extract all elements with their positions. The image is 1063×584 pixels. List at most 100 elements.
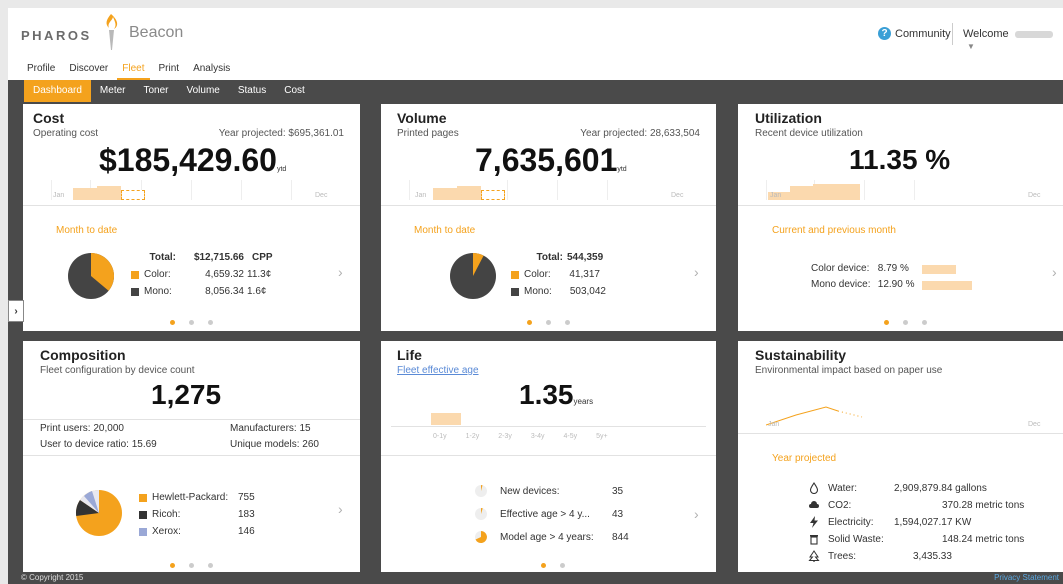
manufacturer-legend: Hewlett-Packard: 755 Ricoh: 183 Xerox: 1…: [139, 489, 255, 540]
volume-legend: Total: 544,359 Color: 41,317 Mono: 503,0…: [503, 249, 606, 300]
tab-status[interactable]: Status: [229, 80, 275, 102]
chart-gridline: [291, 180, 292, 200]
mono-swatch: [131, 287, 139, 296]
row-label: Mono:: [144, 286, 172, 297]
effective-age-row: Effective age > 4 y... 43: [474, 507, 623, 521]
big-value-suffix: ytd: [276, 166, 287, 173]
nav-fleet[interactable]: Fleet: [115, 62, 151, 80]
month-bar-current: [121, 190, 145, 200]
row-label: Color:: [144, 269, 171, 280]
big-value: 1,275: [151, 379, 222, 410]
side-panel-toggle[interactable]: ›: [8, 300, 24, 322]
carousel-dots: [527, 320, 570, 325]
chevron-right-icon[interactable]: ›: [338, 264, 343, 280]
divider: [381, 205, 716, 206]
trash-icon: [810, 535, 818, 545]
carousel-dot[interactable]: [189, 563, 194, 568]
carousel-dot[interactable]: [903, 320, 908, 325]
carousel-dot[interactable]: [208, 320, 213, 325]
chevron-right-icon[interactable]: ›: [694, 264, 699, 280]
age-bin-label: 2-3y: [498, 433, 512, 440]
age-bin-labels: 0-1y 1-2y 2-3y 3-4y 4-5y 5y+: [433, 433, 608, 440]
fleet-effective-age-link[interactable]: Fleet effective age: [397, 365, 479, 376]
big-value-number: 7,635,601: [475, 142, 618, 178]
carousel-dot[interactable]: [884, 320, 889, 325]
chevron-right-icon[interactable]: ›: [694, 506, 699, 522]
nav-analysis[interactable]: Analysis: [186, 62, 237, 80]
tab-meter[interactable]: Meter: [91, 80, 135, 102]
sub-nav: Dashboard Meter Toner Volume Status Cost: [8, 80, 1063, 102]
nav-print[interactable]: Print: [152, 62, 187, 80]
row-value: 3,435.33: [913, 550, 952, 562]
community-link[interactable]: ? Community: [878, 27, 951, 40]
chevron-right-icon: ›: [14, 305, 18, 317]
cost-pie-chart: [68, 253, 114, 299]
model-age-row: Model age > 4 years: 844: [474, 530, 629, 544]
legend-row: Hewlett-Packard: 755: [139, 489, 255, 506]
row-label: Water:: [828, 482, 858, 494]
carousel-dot[interactable]: [922, 320, 927, 325]
nav-profile[interactable]: Profile: [20, 62, 62, 80]
divider: [23, 419, 360, 420]
electricity-row: Electricity: 1,594,027.17 KW: [808, 516, 971, 528]
row-label: Color device:: [811, 263, 870, 274]
axis-line: [391, 426, 706, 427]
water-row: Water: 2,909,879.84 gallons: [808, 482, 987, 494]
tab-toner[interactable]: Toner: [134, 80, 177, 102]
tab-dashboard[interactable]: Dashboard: [24, 80, 91, 102]
big-value-suffix: ytd: [617, 166, 627, 173]
row-label: Xerox:: [152, 526, 181, 537]
month-bar: [433, 188, 457, 200]
carousel-dot[interactable]: [170, 320, 175, 325]
row-label: Mono device:: [811, 279, 871, 290]
row-value: 844: [612, 531, 629, 543]
nav-discover[interactable]: Discover: [62, 62, 115, 80]
carousel-dot[interactable]: [189, 320, 194, 325]
row-value: 1,594,027.17 KW: [894, 516, 972, 528]
carousel-dot[interactable]: [565, 320, 570, 325]
chevron-right-icon[interactable]: ›: [338, 501, 343, 517]
carousel-dot[interactable]: [546, 320, 551, 325]
total-label: Total:: [149, 252, 176, 263]
total-value: 544,359: [567, 252, 604, 263]
row-value: 183: [238, 509, 255, 520]
carousel-dot[interactable]: [560, 563, 565, 568]
tab-volume[interactable]: Volume: [178, 80, 229, 102]
axis-start: Jan: [770, 192, 782, 199]
water-drop-icon: [809, 482, 819, 494]
carousel-dot[interactable]: [541, 563, 546, 568]
mini-pie-icon: [475, 508, 487, 520]
chevron-right-icon[interactable]: ›: [1052, 264, 1057, 280]
user-menu[interactable]: Welcome ▼: [963, 28, 1063, 52]
mono-device-bar: [922, 281, 972, 290]
row-label: Solid Waste:: [828, 533, 884, 545]
carousel-dot[interactable]: [527, 320, 532, 325]
row-value: 35: [612, 485, 624, 497]
privacy-statement-link[interactable]: Privacy Statement: [994, 572, 1059, 584]
solid-waste-row: Solid Waste: 148.24 metric tons: [808, 533, 1024, 545]
row-unit: 1.6¢: [247, 286, 267, 297]
mono-swatch: [511, 287, 519, 296]
panel-title: Sustainability: [755, 347, 847, 363]
tab-cost[interactable]: Cost: [275, 80, 314, 102]
trees-row: Trees: 3,435.33: [808, 550, 952, 562]
carousel-dot[interactable]: [170, 563, 175, 568]
panel-title: Utilization: [755, 110, 822, 126]
color-row: Color: 4,659.32 11.3¢: [123, 266, 273, 283]
big-value-suffix: years: [573, 397, 594, 406]
brand-logo-text[interactable]: PHAROS: [21, 28, 92, 43]
carousel-dots: [170, 563, 213, 568]
mono-row: Mono: 8,056.34 1.6¢: [123, 283, 273, 300]
divider: [23, 205, 360, 206]
age-bin-label: 4-5y: [563, 433, 578, 440]
welcome-label: Welcome: [963, 28, 1009, 40]
month-bar: [836, 184, 860, 200]
carousel-dot[interactable]: [208, 563, 213, 568]
panel-title: Cost: [33, 110, 65, 126]
row-value: 503,042: [569, 286, 606, 297]
panel-subtitle: Fleet configuration by device count: [40, 365, 195, 376]
axis-end: Dec: [315, 192, 328, 199]
section-label: Current and previous month: [772, 225, 896, 236]
age-bar: [431, 413, 461, 425]
copyright-text: © Copyright 2015: [21, 573, 84, 582]
